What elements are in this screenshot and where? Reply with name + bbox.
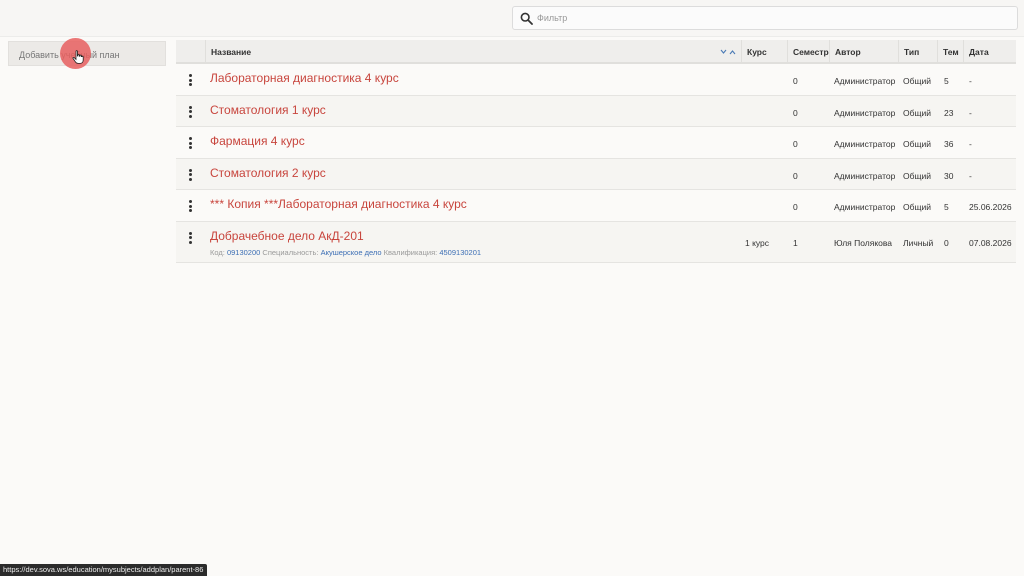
table-row: Стоматология 1 курс 0 Администратор Общи… bbox=[176, 95, 1016, 127]
plan-title-link[interactable]: Стоматология 2 курс bbox=[210, 166, 326, 180]
cell-date: 25.06.2026 bbox=[969, 202, 1012, 212]
table-row: Фармация 4 курс 0 Администратор Общий 36… bbox=[176, 127, 1016, 159]
header-date[interactable]: Дата bbox=[963, 40, 1016, 64]
vertical-dots-icon[interactable] bbox=[187, 105, 193, 118]
specialty-label: Специальность: bbox=[262, 247, 319, 257]
cell-author: Администратор bbox=[834, 107, 896, 118]
study-plans-table: Название Курс Семестр Автор Тип Тем Дата… bbox=[176, 40, 1016, 263]
table-row: Лабораторная диагностика 4 курс 0 Админи… bbox=[176, 64, 1016, 96]
vertical-dots-icon[interactable] bbox=[187, 231, 193, 244]
header-type[interactable]: Тип bbox=[898, 40, 937, 64]
plan-title-link[interactable]: Фармация 4 курс bbox=[210, 134, 305, 148]
cell-date: 07.08.2026 bbox=[969, 237, 1012, 248]
table-header: Название Курс Семестр Автор Тип Тем Дата bbox=[176, 40, 1016, 64]
cell-date: - bbox=[969, 170, 972, 181]
code-label: Код: bbox=[210, 247, 225, 257]
cell-course: 1 курс bbox=[745, 237, 770, 248]
table-row: *** Копия ***Лабораторная диагностика 4 … bbox=[176, 190, 1016, 222]
filter-input[interactable] bbox=[537, 9, 1007, 27]
vertical-dots-icon[interactable] bbox=[187, 74, 193, 86]
header-course[interactable]: Курс bbox=[741, 40, 787, 64]
cell-topics: 30 bbox=[944, 170, 954, 181]
plan-title-link[interactable]: *** Копия ***Лабораторная диагностика 4 … bbox=[210, 197, 467, 211]
plan-title-link[interactable]: Добрачебное дело АкД-201 bbox=[210, 229, 364, 243]
cell-topics: 36 bbox=[944, 139, 954, 149]
vertical-dots-icon[interactable] bbox=[187, 137, 193, 149]
vertical-dots-icon[interactable] bbox=[187, 168, 193, 181]
header-menu-col bbox=[176, 40, 205, 64]
cell-type: Общий bbox=[903, 170, 931, 181]
plan-title-link[interactable]: Лабораторная диагностика 4 курс bbox=[210, 71, 399, 85]
cell-topics: 0 bbox=[944, 237, 949, 248]
cell-author: Администратор bbox=[834, 139, 896, 149]
cell-author: Юля Полякова bbox=[834, 237, 893, 248]
code-link[interactable]: 09130200 bbox=[227, 248, 260, 257]
cell-topics: 5 bbox=[944, 202, 949, 212]
cell-topics: 5 bbox=[944, 76, 949, 86]
plan-title-link[interactable]: Стоматология 1 курс bbox=[210, 103, 326, 117]
cell-type: Общий bbox=[903, 139, 931, 149]
table-row: Добрачебное дело АкД-201 Код: 09130200 С… bbox=[176, 221, 1016, 263]
cell-semester: 1 bbox=[793, 237, 798, 248]
header-author[interactable]: Автор bbox=[829, 40, 898, 64]
header-name[interactable]: Название bbox=[205, 40, 741, 64]
cell-semester: 0 bbox=[793, 202, 798, 212]
plan-meta: Код: 09130200 Специальность: Акушерское … bbox=[210, 248, 481, 257]
cell-author: Администратор bbox=[834, 76, 896, 86]
cell-date: - bbox=[969, 139, 972, 149]
cell-date: - bbox=[969, 76, 972, 86]
sort-chevrons-icon[interactable] bbox=[720, 48, 738, 56]
cell-author: Администратор bbox=[834, 202, 896, 212]
header-semester[interactable]: Семестр bbox=[787, 40, 829, 64]
hand-pointer-icon bbox=[72, 50, 84, 64]
cell-type: Общий bbox=[903, 107, 931, 118]
cell-type: Общий bbox=[903, 202, 931, 212]
cell-semester: 0 bbox=[793, 139, 798, 149]
cell-type: Личный bbox=[903, 237, 934, 248]
cell-type: Общий bbox=[903, 76, 931, 86]
filter-box[interactable] bbox=[512, 6, 1018, 30]
cell-topics: 23 bbox=[944, 107, 954, 118]
cell-semester: 0 bbox=[793, 170, 798, 181]
top-bar bbox=[0, 0, 1024, 37]
cell-date: - bbox=[969, 107, 972, 118]
cell-semester: 0 bbox=[793, 107, 798, 118]
specialty-link[interactable]: Акушерское дело bbox=[321, 248, 382, 257]
vertical-dots-icon[interactable] bbox=[187, 200, 193, 212]
qualification-link[interactable]: 4509130201 bbox=[439, 248, 481, 257]
cell-semester: 0 bbox=[793, 76, 798, 86]
qualification-label: Квалификация: bbox=[383, 247, 438, 257]
search-icon bbox=[520, 12, 533, 25]
table-row: Стоматология 2 курс 0 Администратор Общи… bbox=[176, 158, 1016, 190]
header-topics[interactable]: Тем bbox=[937, 40, 963, 64]
cell-author: Администратор bbox=[834, 170, 896, 181]
status-bar-url: https://dev.sova.ws/education/mysubjects… bbox=[0, 564, 208, 576]
